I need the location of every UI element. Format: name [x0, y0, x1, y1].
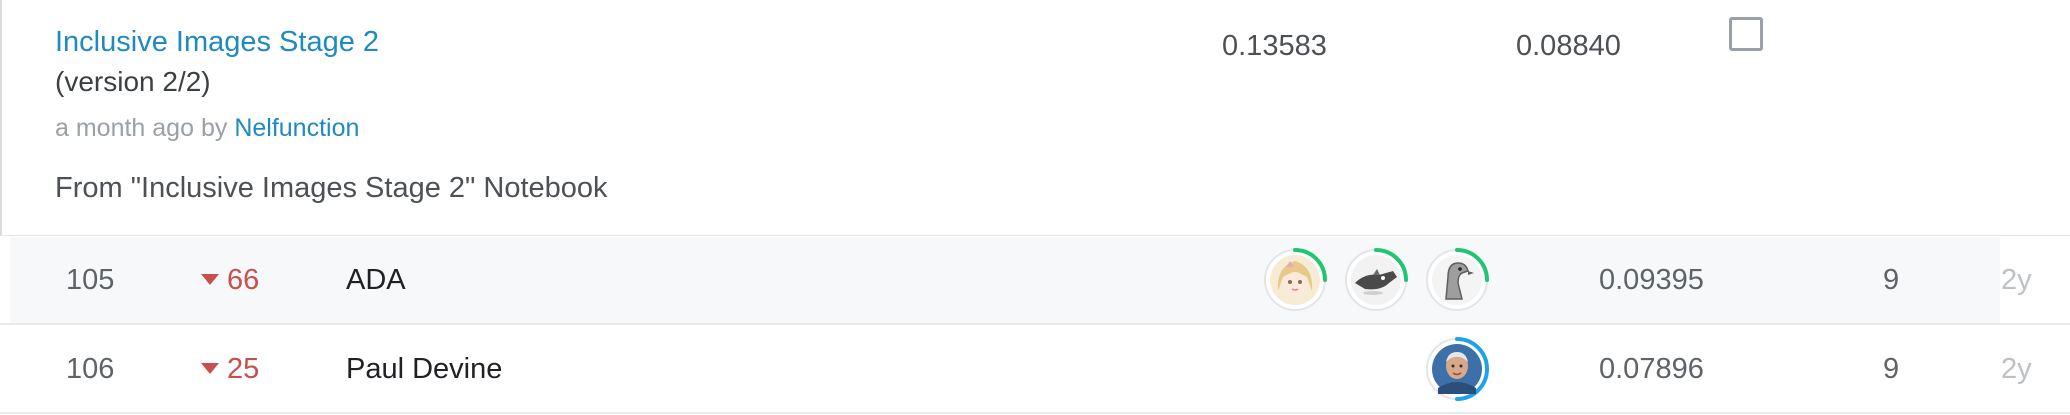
leaderboard-score: 0.09395 [1599, 264, 1704, 296]
private-score: 0.13583 [1222, 30, 1327, 62]
submission-time-ago: a month ago [55, 114, 194, 142]
submission-version: (version 2/2) [55, 66, 211, 97]
rank-change-value: 25 [227, 353, 260, 385]
animal-avatar[interactable] [1343, 247, 1409, 313]
team-name[interactable]: Paul Devine [346, 326, 502, 412]
rank-cell: 105 [66, 264, 115, 296]
entries-count: 9 [1883, 264, 1900, 296]
use-for-final-score-checkbox[interactable] [1729, 17, 1763, 51]
submission-meta: a month ago by Nelfunction [55, 114, 359, 143]
rank-change-value: 66 [227, 264, 260, 296]
rank-change-cell: 66 [201, 237, 259, 323]
submission-author-link[interactable]: Nelfunction [234, 114, 359, 142]
rank-down-icon [201, 273, 219, 285]
submission-by-label: by [200, 114, 228, 142]
rank-change-cell: 25 [201, 326, 259, 412]
rank-cell: 106 [66, 353, 115, 385]
bird-avatar[interactable] [1424, 247, 1490, 313]
leaderboard-score: 0.07896 [1599, 353, 1704, 385]
entries-count: 9 [1883, 353, 1900, 385]
team-name[interactable]: ADA [346, 237, 406, 323]
submission-panel: Inclusive Images Stage 2 (version 2/2) a… [0, 0, 2070, 236]
last-submission: 2y [2001, 264, 2032, 296]
person-photo-avatar[interactable] [1424, 336, 1490, 402]
submission-title-link[interactable]: Inclusive Images Stage 2 [55, 26, 379, 59]
submission-source: From "Inclusive Images Stage 2" Notebook [55, 172, 608, 204]
leaderboard-row: 105 66 ADA 0.09395 9 2y [0, 237, 2070, 325]
leaderboard-row: 106 25 Paul Devine 0.07896 9 2y [0, 326, 2070, 414]
rank-down-icon [201, 362, 219, 374]
last-submission: 2y [2001, 353, 2032, 385]
cartoon-girl-avatar[interactable] [1262, 247, 1328, 313]
public-score: 0.08840 [1516, 30, 1621, 62]
